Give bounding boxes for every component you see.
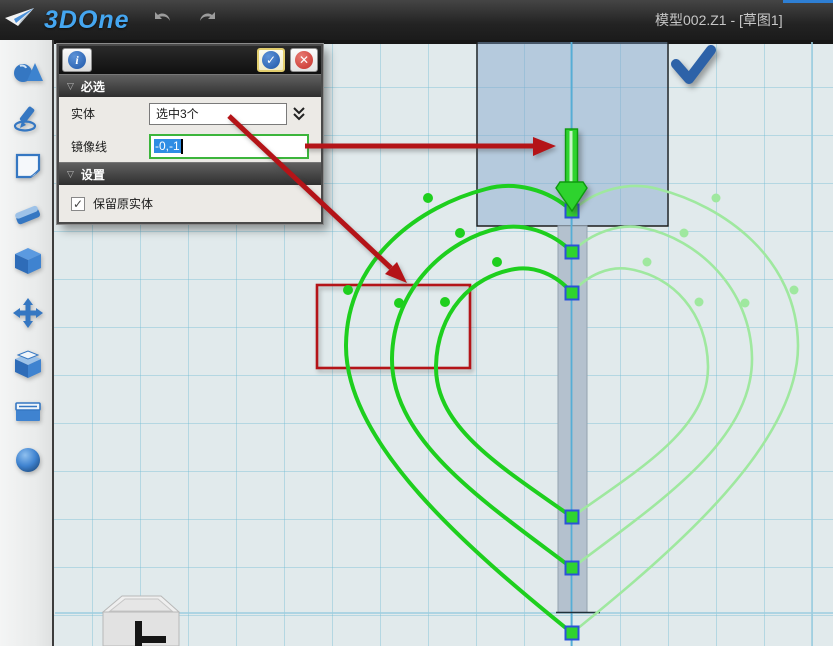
sketch-region-icon[interactable] bbox=[12, 150, 44, 182]
confirm-check-icon: ✓ bbox=[262, 51, 280, 69]
double-chevron-down-icon bbox=[292, 106, 306, 122]
material-sphere-icon[interactable] bbox=[12, 444, 44, 476]
collapse-icon: ▽ bbox=[67, 169, 74, 180]
close-button[interactable]: ✕ bbox=[290, 48, 318, 72]
document-title: 模型002.Z1 - [草图1] bbox=[655, 0, 783, 40]
entity-label: 实体 bbox=[71, 105, 149, 122]
eraser-icon[interactable] bbox=[12, 198, 44, 230]
entity-row: 实体 选中3个 bbox=[59, 97, 321, 130]
mirror-line-row: 镜像线 -0,-1 bbox=[59, 130, 321, 162]
dialog-titlebar: i ✓ ✕ bbox=[59, 46, 321, 74]
mirror-dialog: i ✓ ✕ ▽ 必选 实体 选中3个 bbox=[57, 44, 323, 224]
app-window: 3DOne 模型002.Z1 - [草图1] bbox=[0, 0, 833, 646]
move-transform-icon[interactable] bbox=[12, 297, 44, 329]
expand-list-button[interactable] bbox=[287, 103, 311, 125]
redo-icon bbox=[196, 8, 222, 32]
text-caret bbox=[181, 139, 183, 154]
app-logo: 3DOne bbox=[0, 6, 130, 35]
checkbox-check-icon: ✓ bbox=[73, 197, 83, 211]
entity-input[interactable]: 选中3个 bbox=[149, 103, 287, 125]
keep-original-label: 保留原实体 bbox=[93, 195, 153, 212]
section-settings-label: 设置 bbox=[81, 166, 105, 183]
mirror-line-value: -0,-1 bbox=[154, 139, 181, 153]
paper-plane-icon bbox=[4, 6, 38, 34]
collapse-icon: ▽ bbox=[67, 81, 74, 92]
section-required-label: 必选 bbox=[81, 78, 105, 95]
window-accent-strip bbox=[783, 0, 833, 3]
solid-feature-icon[interactable] bbox=[12, 245, 44, 277]
titlebar: 3DOne 模型002.Z1 - [草图1] bbox=[0, 0, 833, 40]
mirror-line-label: 镜像线 bbox=[71, 138, 149, 155]
undo-icon bbox=[148, 8, 174, 32]
container-icon[interactable] bbox=[12, 396, 44, 428]
close-icon: ✕ bbox=[295, 51, 313, 69]
logo-text: 3DOne bbox=[42, 6, 130, 35]
info-icon: i bbox=[68, 51, 86, 69]
undo-button[interactable] bbox=[144, 5, 178, 35]
section-settings[interactable]: ▽ 设置 bbox=[59, 162, 321, 185]
redo-button[interactable] bbox=[192, 5, 226, 35]
keep-original-row: ✓ 保留原实体 bbox=[59, 185, 321, 222]
special-feature-icon[interactable] bbox=[12, 348, 44, 380]
basic-solids-icon[interactable] bbox=[12, 54, 44, 86]
toolbar-sidebar bbox=[0, 40, 54, 646]
confirm-button[interactable]: ✓ bbox=[257, 48, 285, 72]
entity-value: 选中3个 bbox=[156, 105, 199, 122]
section-required[interactable]: ▽ 必选 bbox=[59, 74, 321, 97]
info-button[interactable]: i bbox=[62, 48, 92, 72]
sketch-draw-icon[interactable] bbox=[12, 102, 44, 134]
keep-original-checkbox[interactable]: ✓ bbox=[71, 197, 85, 211]
mirror-line-input[interactable]: -0,-1 bbox=[149, 134, 309, 159]
